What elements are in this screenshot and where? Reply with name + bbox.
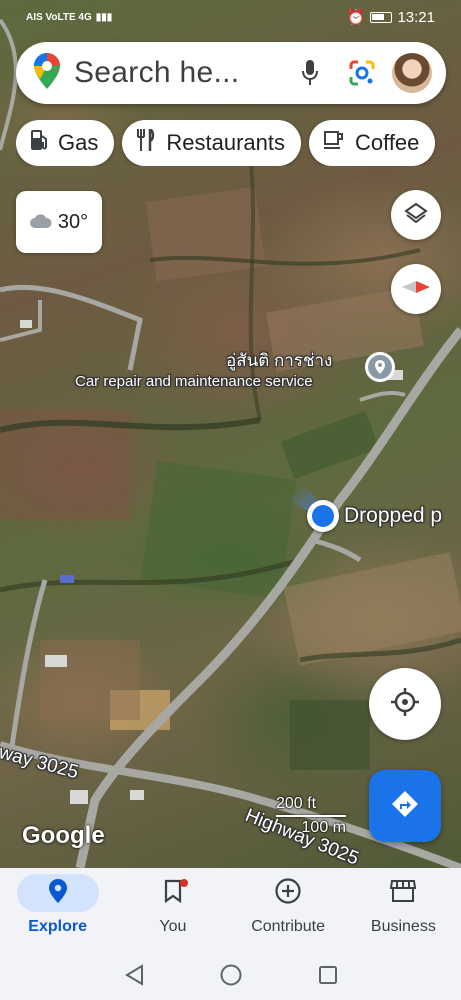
- nav-business-icon-wrap: [362, 874, 444, 912]
- weather-temperature: 30°: [57, 210, 89, 233]
- crosshair-icon: [390, 687, 420, 722]
- nav-contribute-icon-wrap: [247, 874, 329, 912]
- search-bar[interactable]: Search he...: [16, 42, 446, 104]
- carrier-text: AIS VoLTE 4G: [26, 11, 92, 23]
- location-dot-icon: [312, 505, 334, 527]
- system-navigation: [0, 950, 461, 1000]
- status-bar: AIS VoLTE 4G ▮▮▮ ⏰ 13:21: [0, 0, 461, 34]
- nav-label: Explore: [28, 918, 87, 935]
- status-left: AIS VoLTE 4G ▮▮▮: [26, 12, 112, 23]
- google-logo: Google: [22, 822, 105, 849]
- category-chips: Gas Restaurants Coffee: [16, 120, 461, 166]
- notification-dot: [179, 879, 188, 887]
- fork-knife-icon: [136, 126, 156, 157]
- chip-label: Coffee: [354, 130, 420, 155]
- alarm-icon: ⏰: [346, 9, 366, 26]
- chip-coffee[interactable]: Coffee: [308, 120, 436, 166]
- cloud-icon: [29, 211, 52, 234]
- chip-label: Gas: [58, 130, 99, 155]
- nav-you-icon-wrap: [132, 874, 214, 912]
- signal-icon: ▮▮▮: [95, 11, 113, 23]
- nav-label: Business: [370, 918, 436, 935]
- microphone-icon[interactable]: [290, 53, 330, 93]
- home-icon[interactable]: [220, 964, 242, 986]
- dropped-pin-marker[interactable]: [307, 500, 339, 532]
- plus-circle-icon: [275, 877, 301, 909]
- nav-label: You: [159, 918, 187, 935]
- nav-contribute[interactable]: Contribute: [238, 874, 338, 950]
- google-maps-pin-icon: [34, 52, 60, 94]
- place-name-label[interactable]: อู่สันติ การช่าง: [226, 347, 332, 374]
- nav-explore-icon-wrap: [16, 874, 99, 912]
- coffee-cup-icon: [323, 130, 345, 156]
- explore-pin-icon: [48, 878, 67, 908]
- chip-label: Restaurants: [166, 130, 285, 155]
- weather-widget[interactable]: 30°: [16, 191, 102, 253]
- my-location-button[interactable]: [369, 668, 441, 740]
- nav-business[interactable]: Business: [353, 874, 453, 950]
- status-right: ⏰ 13:21: [346, 8, 435, 27]
- chip-restaurants[interactable]: Restaurants: [122, 120, 301, 166]
- dropped-pin-label[interactable]: Dropped p: [344, 504, 442, 528]
- place-marker[interactable]: [365, 352, 395, 382]
- place-marker-icon: [368, 355, 392, 379]
- directions-icon: [390, 789, 420, 824]
- nav-label: Contribute: [251, 918, 326, 935]
- compass-icon: [401, 280, 431, 299]
- google-lens-icon[interactable]: [342, 53, 382, 93]
- status-time: 13:21: [397, 8, 435, 26]
- layers-icon: [404, 201, 428, 230]
- avatar[interactable]: [392, 53, 432, 93]
- bottom-navigation: Explore You Contribute Business: [0, 868, 461, 950]
- search-input[interactable]: Search he...: [74, 56, 290, 90]
- map-scale: 200 ft 100 m: [276, 795, 346, 837]
- compass-button[interactable]: [391, 264, 441, 314]
- directions-button[interactable]: [369, 770, 441, 842]
- storefront-icon: [390, 879, 417, 908]
- nav-explore[interactable]: Explore: [8, 874, 108, 950]
- recents-icon[interactable]: [318, 965, 338, 985]
- place-category-label: Car repair and maintenance service: [75, 373, 313, 390]
- layers-button[interactable]: [391, 190, 441, 240]
- back-icon[interactable]: [124, 964, 144, 986]
- scale-feet: 200 ft: [276, 795, 317, 812]
- gas-pump-icon: [30, 129, 48, 157]
- scale-bar: [276, 815, 346, 817]
- scale-meters: 100 m: [301, 819, 346, 836]
- battery-icon: [370, 11, 393, 23]
- chip-gas[interactable]: Gas: [16, 120, 115, 166]
- nav-you[interactable]: You: [123, 874, 223, 950]
